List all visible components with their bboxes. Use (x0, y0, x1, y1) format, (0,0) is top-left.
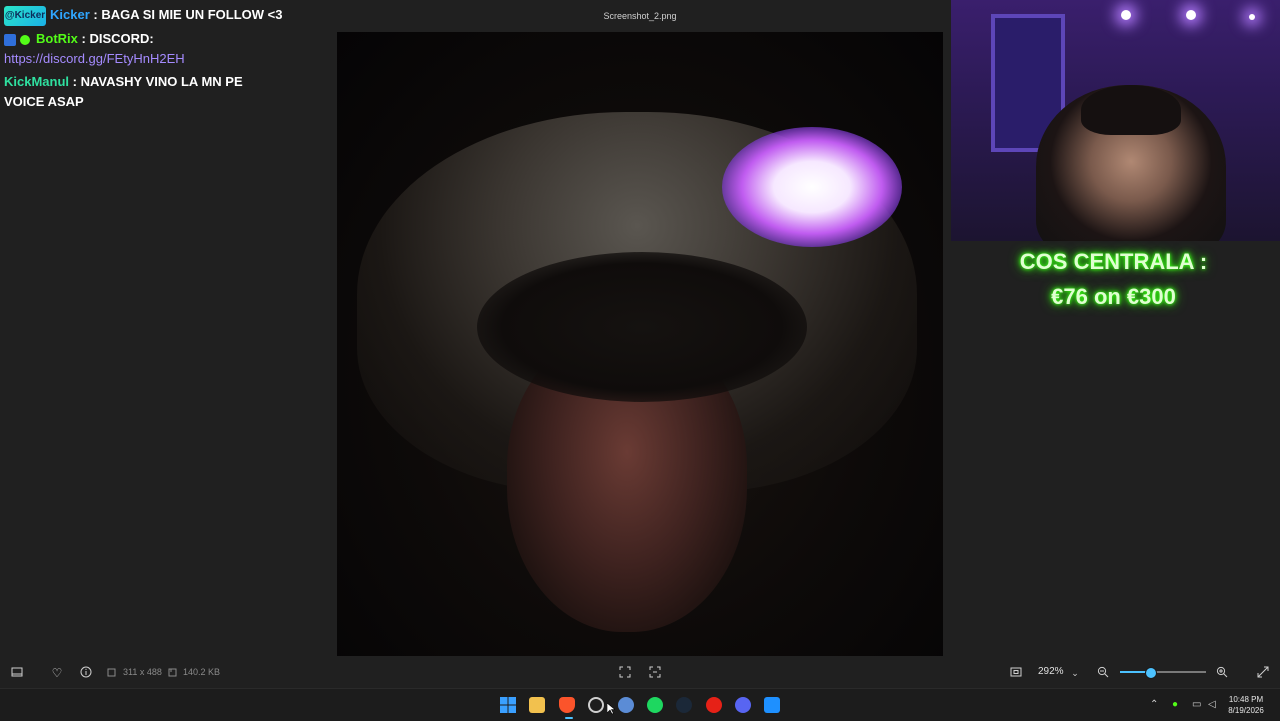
filmstrip-icon[interactable] (10, 666, 24, 680)
chat-text: : NAVASHY VINO LA MN PE (72, 74, 243, 89)
zoom-in-icon[interactable] (1215, 666, 1229, 680)
chat-username: Kicker (50, 7, 90, 22)
chat-message-1: @Kicker Kicker : BAGA SI MIE UN FOLLOW <3 (4, 5, 282, 26)
visual-search-icon[interactable] (648, 666, 662, 680)
obs-icon[interactable] (588, 697, 604, 713)
brave-icon[interactable] (559, 697, 575, 713)
mouse-cursor-icon (607, 703, 615, 715)
steam-icon[interactable] (676, 697, 692, 713)
ceiling-light (1121, 10, 1131, 20)
youtube-icon[interactable] (706, 697, 722, 713)
taskbar: ⌃ ● ▭ ◁ 10:48 PM 8/19/2026 (0, 688, 1280, 721)
image-dimensions: 311 x 488 (123, 667, 162, 677)
bot-badge-icon (4, 33, 16, 46)
monitor-icon[interactable]: ▭ (1192, 699, 1201, 710)
goal-progress: €76 on €300 (1051, 284, 1176, 309)
info-icon[interactable] (79, 666, 93, 680)
chat-username: BotRix (36, 31, 78, 46)
chat-username: KickManul (4, 74, 70, 89)
clock-date: 8/19/2026 (1228, 706, 1264, 715)
file-size: 140.2 KB (183, 667, 221, 677)
displayed-image[interactable] (337, 32, 943, 656)
ceiling-light (1249, 14, 1255, 20)
app-store-icon[interactable] (764, 697, 780, 713)
chat-text-continued: VOICE ASAP (4, 94, 84, 109)
fit-to-window-icon[interactable] (1009, 666, 1023, 680)
discord-link[interactable]: https://discord.gg/FEtyHnH2EH (4, 49, 185, 69)
start-icon[interactable] (500, 697, 516, 713)
app-icon[interactable] (618, 697, 634, 713)
purple-light-glow (722, 127, 902, 247)
file-explorer-icon[interactable] (529, 697, 545, 713)
viewer-toolbar: ♡ 311 x 488 140.2 KB 292% ⌄ (0, 660, 1280, 686)
clock-time: 10:48 PM (1228, 695, 1264, 704)
discord-icon[interactable] (735, 697, 751, 713)
zoom-level[interactable]: 292% (1038, 666, 1064, 677)
clock[interactable]: 10:48 PM 8/19/2026 (1224, 694, 1268, 716)
chevron-down-icon[interactable]: ⌄ (1068, 666, 1082, 680)
file-size-icon (167, 666, 177, 680)
chat-message-2: BotRix : DISCORD: (4, 29, 154, 49)
favorite-heart-icon[interactable]: ♡ (50, 666, 64, 680)
expand-icon[interactable] (1256, 666, 1270, 680)
ceiling-light (1186, 10, 1196, 20)
webcam-feed (951, 0, 1280, 241)
spotify-icon[interactable] (647, 697, 663, 713)
hair-shadow (477, 252, 807, 402)
active-app-indicator (565, 717, 573, 719)
dimensions-icon (106, 666, 116, 680)
microphone-icon[interactable]: ● (1172, 699, 1178, 710)
subscriber-badge: @Kicker (4, 5, 46, 26)
chat-message-3: KickManul : NAVASHY VINO LA MN PE (4, 72, 243, 92)
zoom-slider-thumb[interactable] (1145, 667, 1157, 679)
zoom-slider[interactable] (1120, 667, 1206, 679)
chevron-up-icon[interactable]: ⌃ (1150, 699, 1158, 710)
streamer-hair (1081, 85, 1181, 135)
zoom-out-icon[interactable] (1096, 666, 1110, 680)
crop-icon[interactable] (618, 666, 632, 680)
chat-text: : BAGA SI MIE UN FOLLOW <3 (93, 7, 283, 22)
chat-text: : DISCORD: (81, 31, 154, 46)
verified-badge-icon (20, 34, 30, 45)
goal-title: COS CENTRALA : (1019, 249, 1208, 274)
donation-goal: COS CENTRALA : €76 on €300 (951, 244, 1276, 314)
speaker-icon[interactable]: ◁ (1208, 699, 1216, 710)
